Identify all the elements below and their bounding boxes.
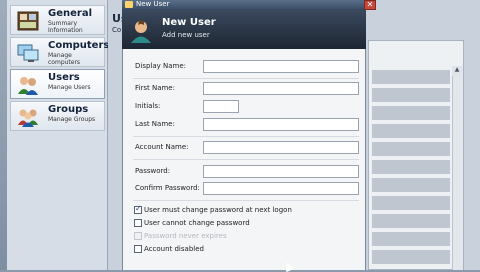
sidebar-item-general[interactable]: General Summary Information	[10, 5, 105, 35]
dialog-window-icon	[125, 1, 133, 8]
user-icon	[131, 20, 151, 43]
sidebar-item-label: Users	[48, 72, 80, 83]
sidebar-item-users[interactable]: Users Manage Users	[10, 69, 105, 99]
list-item[interactable]	[372, 124, 450, 138]
list-item[interactable]	[372, 160, 450, 174]
must-change-password-checkbox[interactable]	[134, 204, 142, 214]
divider	[133, 78, 359, 79]
display-name-field[interactable]	[203, 60, 359, 73]
users-icon	[18, 77, 38, 95]
sidebar-item-subtitle: Manage Users	[48, 84, 91, 91]
dialog-title-bar[interactable]: New User	[122, 0, 366, 9]
display-name-label: Display Name:	[135, 62, 187, 70]
groups-icon	[18, 109, 38, 127]
panel-icon	[17, 11, 39, 31]
account-name-field[interactable]	[203, 141, 359, 154]
dialog-header-title: New User	[162, 17, 216, 28]
dialog-title: New User	[136, 0, 170, 8]
first-name-label: First Name:	[135, 84, 175, 92]
cannot-change-password-label: User cannot change password	[144, 219, 250, 227]
new-user-dialog: New User New User Add new user Display N…	[122, 0, 366, 270]
sidebar-item-subtitle: Manage Groups	[48, 116, 96, 123]
list-item[interactable]	[372, 178, 450, 192]
last-name-label: Last Name:	[135, 120, 175, 128]
dialog-body: Display Name: First Name: Initials: Last…	[122, 49, 366, 270]
list-item[interactable]	[372, 214, 450, 228]
divider	[133, 136, 359, 137]
sidebar-item-label: Groups	[48, 104, 89, 115]
computer-icon	[17, 44, 39, 62]
password-never-expires-checkbox[interactable]	[134, 232, 142, 240]
dialog-header-subtitle: Add new user	[162, 31, 210, 39]
first-name-field[interactable]	[203, 82, 359, 95]
scrollbar[interactable]	[452, 66, 463, 270]
dialog-header: New User Add new user	[122, 9, 366, 49]
divider	[133, 159, 359, 160]
list-item[interactable]	[372, 88, 450, 102]
account-name-label: Account Name:	[135, 143, 189, 151]
list-item[interactable]	[372, 106, 450, 120]
password-label: Password:	[135, 167, 171, 175]
account-disabled-label: Account disabled	[144, 245, 204, 253]
list-item[interactable]	[372, 70, 450, 84]
password-never-expires-label: Password never expires	[144, 232, 227, 240]
list-item[interactable]	[372, 142, 450, 156]
initials-label: Initials:	[135, 102, 161, 110]
sidebar-item-groups[interactable]: Groups Manage Groups	[10, 101, 105, 131]
scroll-up-icon[interactable]: ▲	[452, 66, 462, 76]
must-change-password-label: User must change password at next logon	[144, 206, 292, 214]
account-disabled-checkbox[interactable]	[134, 245, 142, 253]
sidebar-item-label: General	[48, 8, 92, 19]
sidebar-item-subtitle: Manage computers	[48, 52, 81, 66]
cannot-change-password-checkbox[interactable]	[134, 219, 142, 227]
confirm-password-label: Confirm Password:	[135, 184, 200, 192]
list-item[interactable]	[372, 250, 450, 264]
list-item[interactable]	[372, 196, 450, 210]
sidebar-item-computers[interactable]: Computers Manage computers	[10, 37, 109, 67]
sidebar-item-subtitle: Summary Information	[48, 20, 83, 34]
page-subtitle: Co	[112, 26, 122, 34]
divider	[133, 200, 359, 201]
password-field[interactable]	[203, 165, 359, 178]
sidebar-item-label: Computers	[48, 40, 110, 51]
list-item[interactable]	[372, 232, 450, 246]
initials-field[interactable]	[203, 100, 239, 113]
close-button[interactable]: ✕	[364, 0, 376, 10]
confirm-password-field[interactable]	[203, 182, 359, 195]
last-name-field[interactable]	[203, 118, 359, 131]
